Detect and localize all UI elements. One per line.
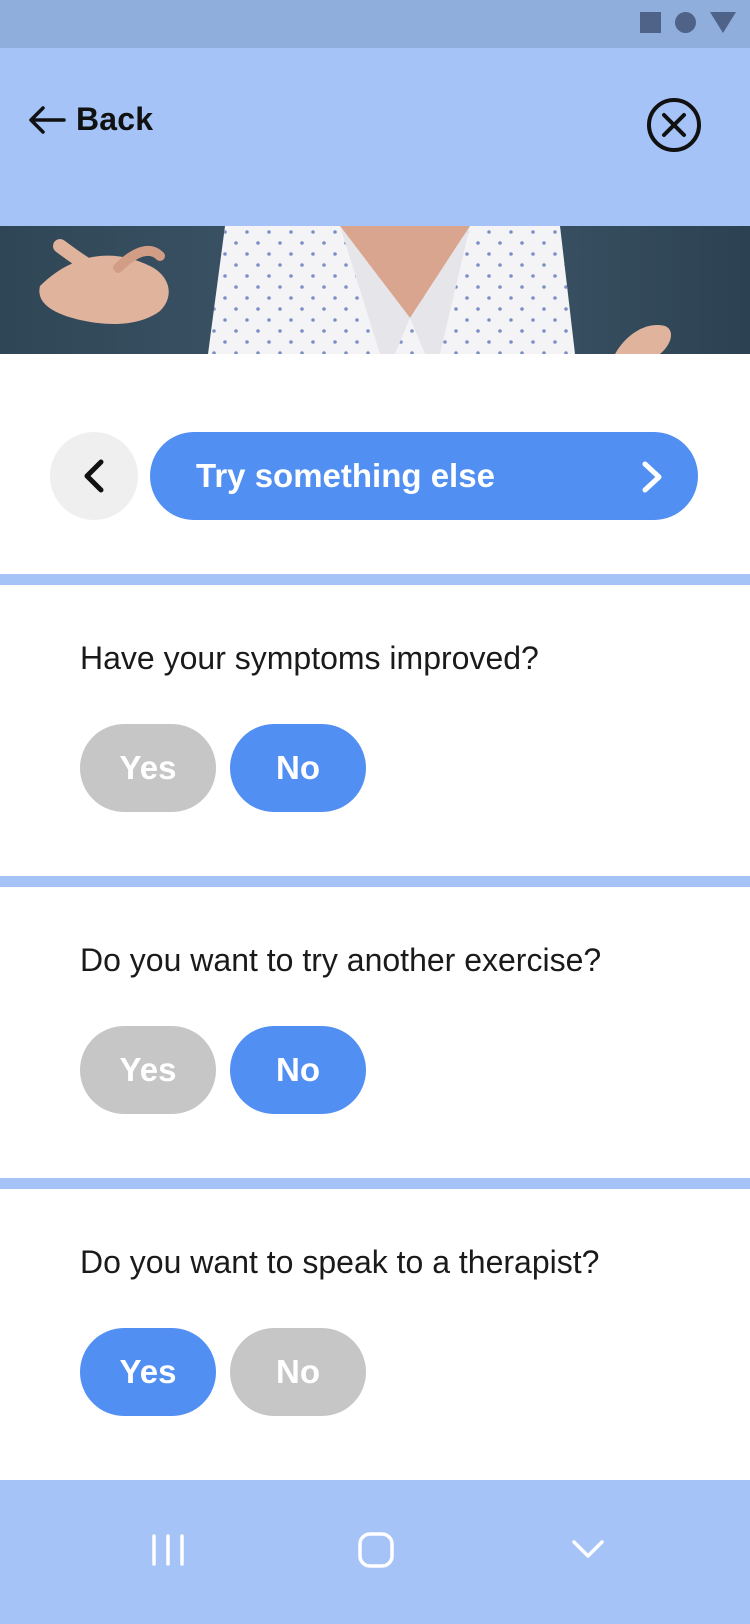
section-divider: [0, 876, 750, 887]
arrow-left-icon: [29, 105, 66, 134]
no-button[interactable]: No: [230, 724, 366, 812]
no-button[interactable]: No: [230, 1026, 366, 1114]
chevron-left-icon: [84, 459, 104, 493]
system-navigation-bar: [0, 1480, 750, 1624]
previous-button[interactable]: [50, 432, 138, 520]
chevron-right-icon: [642, 461, 662, 493]
yes-button[interactable]: Yes: [80, 1328, 216, 1416]
back-button[interactable]: Back: [28, 101, 153, 138]
close-button[interactable]: [646, 97, 702, 153]
answer-group-exercise: Yes No: [80, 1026, 366, 1114]
close-circle-icon: [647, 98, 701, 152]
try-something-else-label: Try something else: [196, 457, 495, 494]
yes-button[interactable]: Yes: [80, 1026, 216, 1114]
person-image: [39, 226, 672, 354]
back-chevron-icon[interactable]: [570, 1530, 606, 1570]
section-divider: [0, 1178, 750, 1189]
question-speak-to-therapist: Do you want to speak to a therapist?: [80, 1244, 600, 1280]
square-icon: [640, 12, 661, 33]
recent-apps-icon[interactable]: [150, 1530, 186, 1570]
no-button[interactable]: No: [230, 1328, 366, 1416]
answer-group-symptoms: Yes No: [80, 724, 366, 812]
section-divider: [0, 574, 750, 585]
try-something-else-button[interactable]: Try something else: [150, 432, 698, 520]
status-bar: [0, 0, 750, 48]
question-symptoms-improved: Have your symptoms improved?: [80, 640, 539, 676]
exercise-navigation: Try something else: [0, 354, 750, 574]
header: Back: [0, 48, 750, 226]
back-label: Back: [76, 101, 154, 137]
circle-icon: [675, 12, 696, 33]
answer-group-therapist: Yes No: [80, 1328, 366, 1416]
question-try-another-exercise: Do you want to try another exercise?: [80, 942, 602, 978]
status-icons: [640, 12, 736, 33]
home-icon[interactable]: [356, 1530, 396, 1570]
triangle-icon: [710, 12, 736, 33]
yes-button[interactable]: Yes: [80, 724, 216, 812]
video-thumbnail[interactable]: [0, 226, 750, 354]
